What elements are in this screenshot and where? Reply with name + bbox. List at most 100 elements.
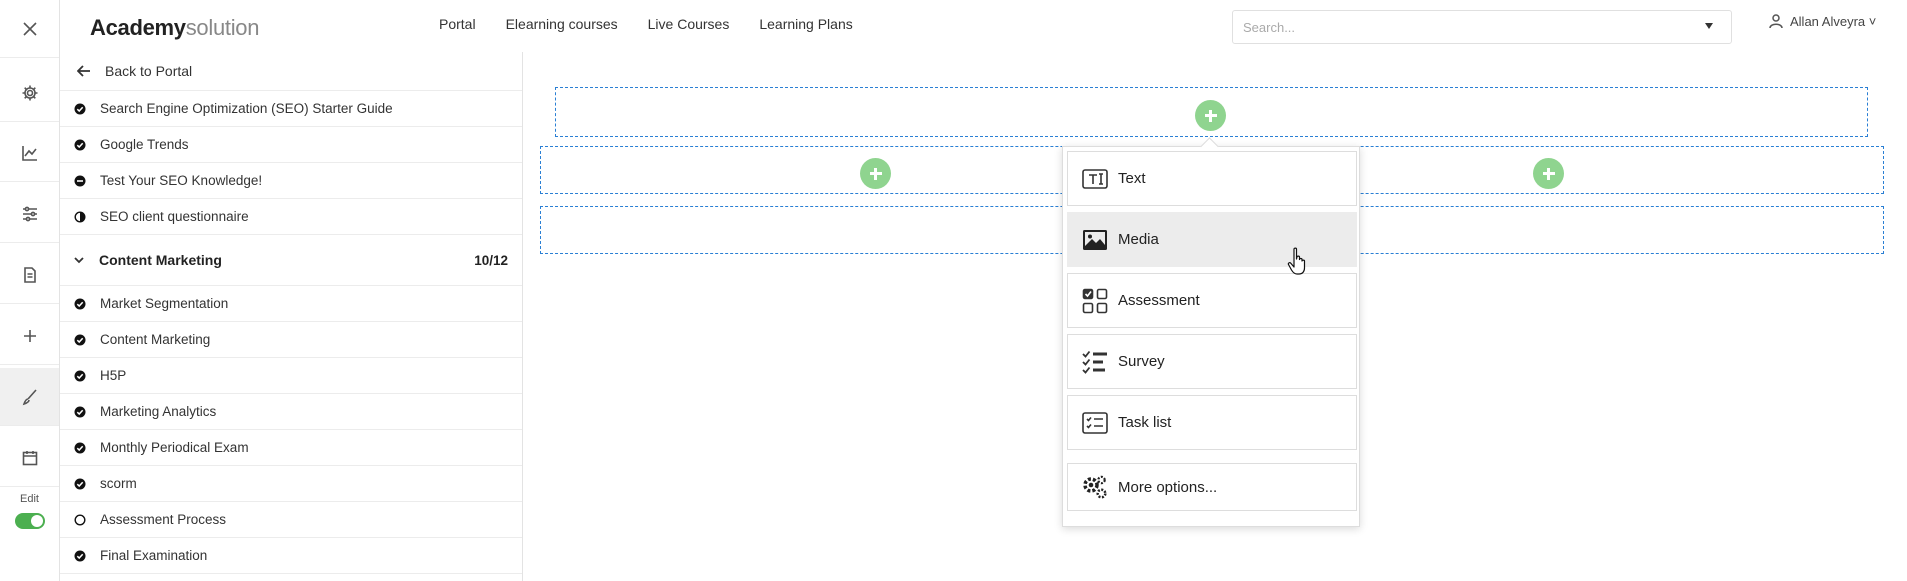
check-circle-icon [74, 298, 86, 309]
settings-button[interactable] [0, 64, 59, 122]
option-text-label: Text [1118, 170, 1146, 187]
check-circle-icon [74, 103, 86, 114]
lesson-item[interactable]: Assessment Process [60, 502, 522, 538]
edit-design-button[interactable] [0, 368, 59, 426]
back-label: Back to Portal [105, 63, 193, 79]
option-task-list[interactable]: Task list [1067, 395, 1357, 450]
check-circle-icon [74, 478, 86, 489]
check-circle-icon [74, 550, 86, 561]
gear-icon [22, 85, 37, 100]
close-icon [22, 21, 37, 36]
lesson-item-label: Search Engine Optimization (SEO) Starter… [100, 101, 393, 116]
user-menu[interactable]: Allan Alveyra ˅ [1768, 13, 1876, 29]
logo-light-text: solution [185, 15, 260, 40]
option-more-label: More options... [1118, 478, 1218, 496]
text-icon [1082, 168, 1108, 189]
add-button[interactable] [0, 307, 59, 365]
survey-icon [1082, 350, 1107, 374]
add-block-menu: Text Media Assessment Survey Task list M… [1062, 146, 1360, 527]
close-button[interactable] [0, 0, 59, 58]
lesson-item[interactable]: scorm [60, 466, 522, 502]
search-input[interactable] [1243, 17, 1683, 37]
brush-icon [22, 388, 37, 405]
check-circle-icon [74, 139, 86, 150]
section-title: Content Marketing [99, 252, 222, 268]
user-name: Allan Alveyra ˅ [1790, 13, 1877, 29]
check-circle-icon [74, 442, 86, 453]
filters-button[interactable] [0, 185, 59, 243]
lesson-item-label: SEO client questionnaire [100, 209, 249, 224]
chevron-down-icon[interactable] [1705, 23, 1713, 29]
assessment-icon [1082, 288, 1108, 313]
lesson-item[interactable]: Final Examination [60, 538, 522, 574]
option-survey[interactable]: Survey [1067, 334, 1357, 389]
lesson-item[interactable]: Test Your SEO Knowledge! [60, 163, 522, 199]
left-rail: Edit [0, 0, 60, 581]
lesson-item[interactable]: Monthly Periodical Exam [60, 430, 522, 466]
nav-portal[interactable]: Portal [439, 16, 476, 32]
nav-elearning-courses[interactable]: Elearning courses [506, 16, 618, 32]
analytics-button[interactable] [0, 124, 59, 182]
section-progress-count: 10/12 [474, 252, 508, 268]
logo[interactable]: Academysolution [90, 15, 259, 41]
calendar-icon [22, 450, 37, 465]
lesson-item[interactable]: Market Segmentation [60, 286, 522, 322]
empty-circle-icon [74, 513, 86, 526]
option-assessment[interactable]: Assessment [1067, 273, 1357, 328]
top-header: Academysolution Portal Elearning courses… [60, 0, 1907, 52]
nav-learning-plans[interactable]: Learning Plans [759, 16, 852, 32]
check-circle-icon [74, 370, 86, 381]
minus-circle-icon [74, 175, 86, 186]
user-icon [1769, 14, 1783, 29]
hand-pointer-icon [1287, 247, 1306, 275]
lesson-item[interactable]: Google Trends [60, 127, 522, 163]
option-more[interactable]: More options... [1067, 463, 1357, 511]
lesson-item-label: Market Segmentation [100, 296, 229, 311]
check-circle-icon [74, 406, 86, 417]
gears-icon [1083, 475, 1107, 499]
plus-icon [23, 329, 36, 342]
edit-label: Edit [20, 493, 39, 505]
lesson-item[interactable]: SEO client questionnaire [60, 199, 522, 235]
lesson-item[interactable]: Marketing Analytics [60, 394, 522, 430]
add-block-button-row1[interactable] [1195, 100, 1226, 131]
nav-live-courses[interactable]: Live Courses [648, 16, 730, 32]
lesson-item[interactable]: Search Engine Optimization (SEO) Starter… [60, 91, 522, 127]
option-media-label: Media [1118, 231, 1159, 248]
option-assessment-label: Assessment [1118, 292, 1200, 309]
arrow-left-icon [77, 65, 90, 77]
sliders-icon [22, 206, 37, 221]
check-circle-icon [74, 334, 86, 345]
option-text[interactable]: Text [1067, 151, 1357, 206]
add-block-button-row2-left[interactable] [860, 158, 891, 189]
image-icon [1083, 229, 1107, 250]
lesson-item-label: H5P [100, 368, 127, 383]
document-icon [23, 266, 36, 283]
lesson-item-label: scorm [100, 476, 137, 491]
edit-toggle[interactable] [15, 513, 45, 529]
chart-line-icon [21, 145, 37, 161]
option-survey-label: Survey [1118, 353, 1165, 370]
lesson-item-label: Monthly Periodical Exam [100, 440, 249, 455]
chevron-down-icon [74, 257, 84, 264]
lesson-item-label: Content Marketing [100, 332, 211, 347]
lesson-item-label: Test Your SEO Knowledge! [100, 173, 263, 188]
logo-bold-text: Academy [90, 15, 186, 40]
lesson-item[interactable]: Content Marketing [60, 322, 522, 358]
search-box[interactable] [1232, 10, 1732, 44]
lesson-item-label: Final Examination [100, 548, 208, 563]
option-task-list-label: Task list [1118, 414, 1172, 431]
back-to-portal-link[interactable]: Back to Portal [60, 52, 522, 91]
main-nav: Portal Elearning courses Live Courses Le… [439, 16, 853, 32]
lesson-item-label: Marketing Analytics [100, 404, 217, 419]
option-media[interactable]: Media [1067, 212, 1357, 267]
section-content-marketing[interactable]: Content Marketing 10/12 [60, 235, 522, 286]
lesson-item-label: Assessment Process [100, 512, 227, 527]
task-list-icon [1082, 411, 1108, 434]
document-button[interactable] [0, 246, 59, 304]
lesson-item-label: Google Trends [100, 137, 189, 152]
lesson-item[interactable]: H5P [60, 358, 522, 394]
add-block-button-row2-right[interactable] [1533, 158, 1564, 189]
half-circle-icon [74, 210, 86, 223]
calendar-button[interactable] [0, 429, 59, 487]
